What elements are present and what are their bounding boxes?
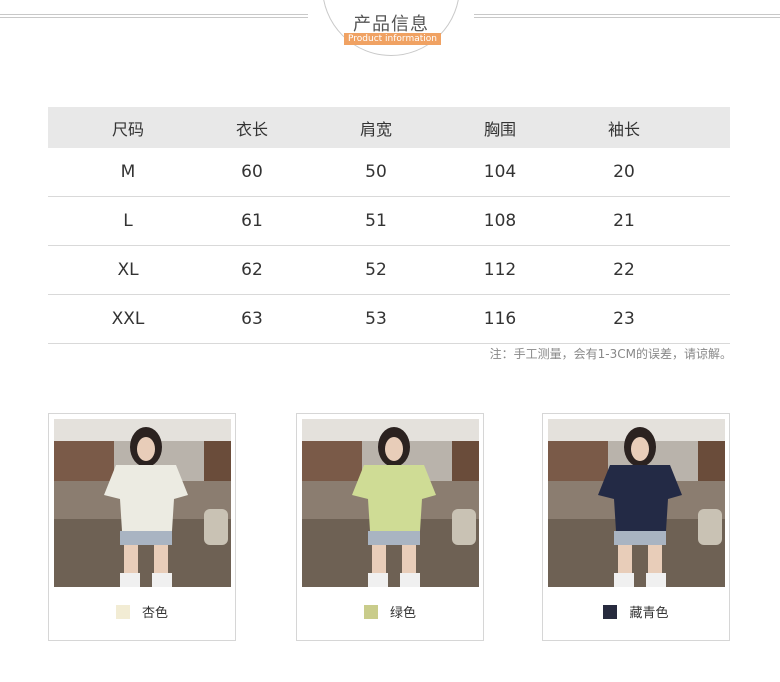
color-name: 藏青色: [629, 606, 669, 621]
color-label-row: 藏青色: [543, 602, 729, 621]
table-cell: 63: [208, 294, 296, 344]
table-cell: 51: [296, 196, 456, 246]
product-photo: [548, 419, 725, 587]
table-cell-spacer: [704, 245, 730, 295]
table-cell: 62: [208, 245, 296, 295]
color-card-green[interactable]: 绿色: [296, 413, 484, 641]
table-cell: XL: [48, 245, 208, 295]
size-table-header: 尺码 衣长 肩宽 胸围 袖长: [48, 107, 730, 148]
table-cell: 50: [296, 148, 456, 197]
column-header-spacer: [704, 107, 730, 148]
column-header-shoulder: 肩宽: [296, 107, 456, 148]
table-cell: 112: [456, 245, 544, 295]
header-divider-left: [0, 14, 308, 18]
color-swatch: [115, 605, 130, 619]
table-cell: 116: [456, 294, 544, 344]
table-cell: 21: [544, 196, 704, 246]
table-cell: XXL: [48, 294, 208, 344]
color-card-navy[interactable]: 藏青色: [542, 413, 730, 641]
table-cell: 61: [208, 196, 296, 246]
table-cell: M: [48, 148, 208, 197]
size-table: 尺码 衣长 肩宽 胸围 袖长 M 60 50 104 20 L 61 51 10…: [48, 107, 730, 344]
color-swatch: [603, 605, 618, 619]
table-cell: 53: [296, 294, 456, 344]
header-divider-right: [474, 14, 780, 18]
column-header-length: 衣长: [208, 107, 296, 148]
column-header-chest: 胸围: [456, 107, 544, 148]
table-row: XXL 63 53 116 23: [48, 294, 730, 344]
table-cell: 60: [208, 148, 296, 197]
table-row: XL 62 52 112 22: [48, 245, 730, 295]
table-cell: L: [48, 196, 208, 246]
table-cell-spacer: [704, 148, 730, 197]
product-photo: [302, 419, 479, 587]
color-label-row: 杏色: [49, 602, 235, 621]
table-cell: 104: [456, 148, 544, 197]
table-row: L 61 51 108 21: [48, 196, 730, 246]
table-cell: 22: [544, 245, 704, 295]
color-name: 绿色: [389, 606, 416, 621]
table-cell-spacer: [704, 294, 730, 344]
color-card-apricot[interactable]: 杏色: [48, 413, 236, 641]
column-header-size: 尺码: [48, 107, 208, 148]
table-cell: 52: [296, 245, 456, 295]
product-photo: [54, 419, 231, 587]
page-subtitle: Product information: [344, 33, 441, 45]
color-swatch: [363, 605, 378, 619]
color-label-row: 绿色: [297, 602, 483, 621]
column-header-sleeve: 袖长: [544, 107, 704, 148]
table-cell-spacer: [704, 196, 730, 246]
table-row: M 60 50 104 20: [48, 148, 730, 197]
table-cell: 23: [544, 294, 704, 344]
measurement-note: 注：手工测量，会有1-3CM的误差，请谅解。: [489, 347, 732, 361]
table-cell: 108: [456, 196, 544, 246]
table-cell: 20: [544, 148, 704, 197]
color-name: 杏色: [141, 606, 168, 621]
